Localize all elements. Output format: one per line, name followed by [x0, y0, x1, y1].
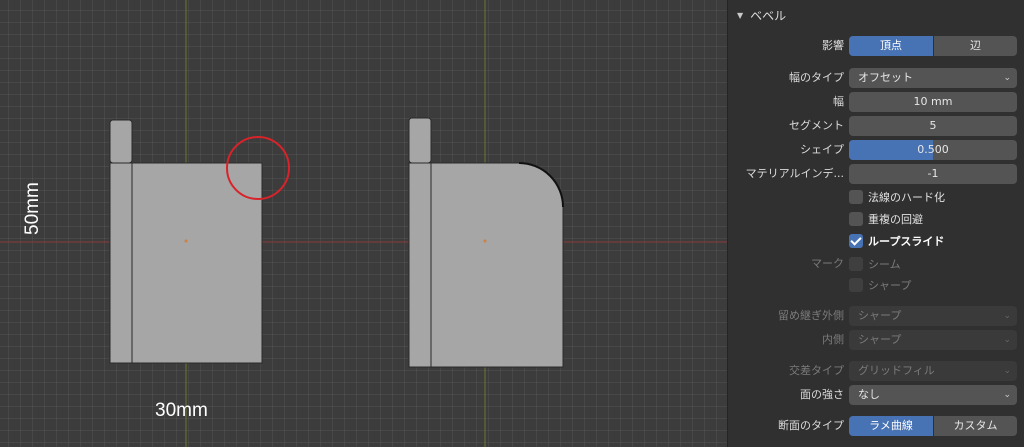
width-field[interactable]: 10 mm: [849, 92, 1017, 112]
checkbox-box: [849, 278, 863, 292]
mark-sharp-row: シャープ: [728, 275, 1024, 295]
mark-seam-label: シーム: [868, 258, 901, 271]
affect-label: 影響: [822, 39, 844, 52]
mesh-after-bevel[interactable]: [408, 117, 564, 368]
clamp-overlap-label: 重複の回避: [868, 213, 923, 226]
face-strength-dropdown[interactable]: なし ⌄: [849, 385, 1017, 405]
material-index-field[interactable]: -1: [849, 164, 1017, 184]
width-type-row: 幅のタイプ オフセット ⌄: [728, 68, 1024, 88]
mesh-side-strip: [109, 162, 133, 364]
panel-header[interactable]: ▼ ベベル: [728, 0, 1024, 30]
mesh-tab: [408, 117, 432, 164]
width-label: 幅: [833, 95, 844, 108]
segments-field[interactable]: 5: [849, 116, 1017, 136]
mark-label: マーク: [811, 257, 844, 270]
mark-sharp-label: シャープ: [868, 279, 912, 292]
shape-slider[interactable]: 0.500: [849, 140, 1017, 160]
profile-type-row: 断面のタイプ ラメ曲線 カスタム: [728, 416, 1024, 436]
shape-value: 0.500: [917, 143, 949, 156]
loop-slide-checkbox[interactable]: ループスライド: [849, 233, 944, 249]
miter-inner-value: シャープ: [858, 333, 902, 346]
collapse-triangle-icon[interactable]: ▼: [737, 11, 743, 20]
harden-normals-label: 法線のハード化: [868, 191, 945, 204]
checkmark-icon: [849, 234, 863, 248]
chevron-down-icon: ⌄: [1003, 390, 1011, 400]
miter-outer-row: 留め継ぎ外側 シャープ ⌄: [728, 306, 1024, 326]
shape-row: シェイプ 0.500: [728, 140, 1024, 160]
width-type-label: 幅のタイプ: [789, 71, 844, 84]
mark-sharp-checkbox[interactable]: シャープ: [849, 277, 911, 293]
panel-title: ベベル: [750, 8, 787, 23]
chevron-down-icon: ⌄: [1003, 366, 1011, 376]
harden-normals-checkbox[interactable]: 法線のハード化: [849, 189, 945, 205]
checkbox-box: [849, 212, 863, 226]
viewport-canvas: [0, 0, 727, 447]
mesh-body-beveled: [430, 162, 564, 368]
miter-outer-value: シャープ: [858, 309, 902, 322]
miter-outer-dropdown[interactable]: シャープ ⌄: [849, 306, 1017, 326]
shape-label: シェイプ: [800, 143, 844, 156]
loop-slide-row: ループスライド: [728, 231, 1024, 251]
profile-type-label: 断面のタイプ: [778, 419, 844, 432]
mesh-side-strip: [408, 162, 432, 368]
affect-edges-button[interactable]: 辺: [934, 36, 1017, 56]
checkbox-box: [849, 257, 863, 271]
width-type-value: オフセット: [858, 71, 913, 84]
profile-custom-button[interactable]: カスタム: [934, 416, 1017, 436]
intersection-type-value: グリッドフィル: [858, 364, 935, 377]
face-strength-row: 面の強さ なし ⌄: [728, 385, 1024, 405]
mesh-origin-dot: [483, 239, 487, 243]
face-strength-value: なし: [858, 388, 880, 401]
mark-seam-checkbox[interactable]: シーム: [849, 256, 901, 272]
mesh-body: [131, 162, 263, 364]
intersection-type-row: 交差タイプ グリッドフィル ⌄: [728, 361, 1024, 381]
width-type-dropdown[interactable]: オフセット ⌄: [849, 68, 1017, 88]
bevel-operator-panel: ▼ ベベル 影響 頂点 辺 幅のタイプ オフセット ⌄ 幅 10 mm セグメン…: [727, 0, 1024, 447]
material-index-label: マテリアルインデ...: [745, 167, 844, 180]
material-index-row: マテリアルインデ... -1: [728, 164, 1024, 184]
width-row: 幅 10 mm: [728, 92, 1024, 112]
segments-label: セグメント: [789, 119, 844, 132]
loop-slide-label: ループスライド: [868, 235, 945, 248]
dimension-width-label: 30mm: [155, 400, 208, 421]
miter-inner-label: 内側: [822, 333, 844, 346]
intersection-type-label: 交差タイプ: [789, 364, 844, 377]
miter-inner-dropdown[interactable]: シャープ ⌄: [849, 330, 1017, 350]
affect-row: 影響 頂点 辺: [728, 36, 1024, 56]
affect-vertices-button[interactable]: 頂点: [849, 36, 933, 56]
profile-superellipse-button[interactable]: ラメ曲線: [849, 416, 933, 436]
mesh-origin-dot: [184, 239, 188, 243]
intersection-type-dropdown[interactable]: グリッドフィル ⌄: [849, 361, 1017, 381]
chevron-down-icon: ⌄: [1003, 73, 1011, 83]
dimension-height-label: 50mm: [22, 182, 43, 235]
mesh-tab: [109, 119, 133, 164]
chevron-down-icon: ⌄: [1003, 311, 1011, 321]
miter-outer-label: 留め継ぎ外側: [778, 309, 844, 322]
harden-normals-row: 法線のハード化: [728, 187, 1024, 207]
3d-viewport[interactable]: 50mm 30mm: [0, 0, 727, 447]
face-strength-label: 面の強さ: [800, 388, 844, 401]
chevron-down-icon: ⌄: [1003, 335, 1011, 345]
clamp-overlap-row: 重複の回避: [728, 209, 1024, 229]
checkbox-box: [849, 190, 863, 204]
clamp-overlap-checkbox[interactable]: 重複の回避: [849, 211, 923, 227]
segments-row: セグメント 5: [728, 116, 1024, 136]
miter-inner-row: 内側 シャープ ⌄: [728, 330, 1024, 350]
mark-seam-row: マーク シーム: [728, 254, 1024, 274]
